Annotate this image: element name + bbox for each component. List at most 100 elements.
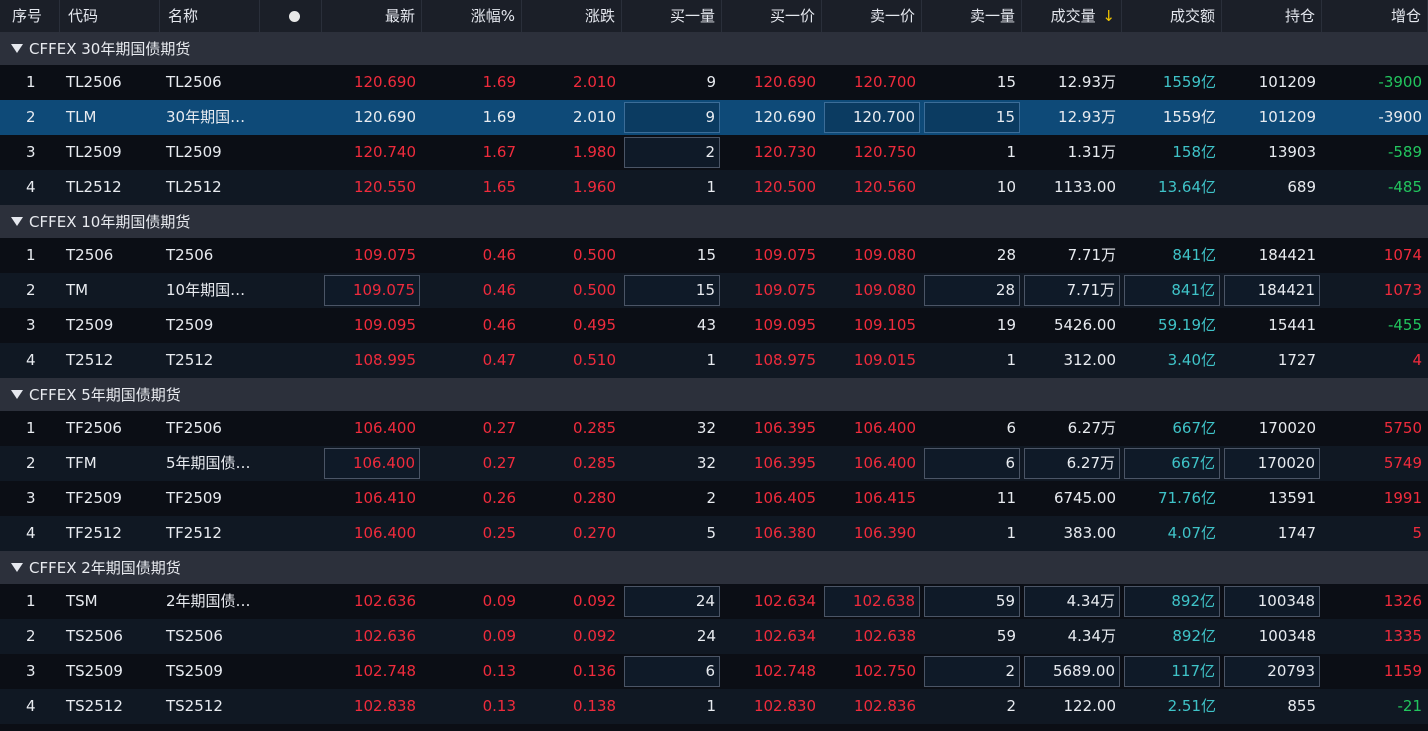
cell-idx: 3 bbox=[26, 316, 36, 334]
cell-name: TL2506 bbox=[166, 73, 222, 91]
group-header-row[interactable]: CFFEX 30年期国债期货 bbox=[0, 32, 1428, 66]
col-header-label: 卖一价 bbox=[869, 7, 915, 25]
table-row[interactable]: 1 TSM 2年期国债… 102.636 0.09 0.092 24 102.634 102.6… bbox=[0, 584, 1428, 619]
cell-bidv: 1 bbox=[706, 178, 716, 196]
table-row[interactable]: 3 TL2509 TL2509 120.740 1.67 1.980 2 120.730 120… bbox=[0, 135, 1428, 170]
cell-pct: 0.27 bbox=[482, 454, 516, 472]
cell-bidv: 24 bbox=[696, 627, 716, 645]
col-header-amount[interactable]: 成交额 bbox=[1122, 0, 1222, 32]
cell-chg: 0.500 bbox=[573, 281, 616, 299]
cell-idx: 3 bbox=[26, 489, 36, 507]
col-header-label: 买一价 bbox=[769, 7, 815, 25]
group-title: CFFEX 10年期国债期货 bbox=[29, 213, 191, 231]
cell-oi: 184421 bbox=[1258, 246, 1316, 264]
table-row[interactable]: 4 TS2512 TS2512 102.838 0.13 0.138 1 102.830 102… bbox=[0, 689, 1428, 724]
cell-askv: 1 bbox=[1006, 143, 1016, 161]
cell-code: TF2509 bbox=[66, 489, 122, 507]
group-header-row[interactable]: CFFEX 10年期国债期货 bbox=[0, 205, 1428, 239]
col-header-ask[interactable]: 卖一价 bbox=[822, 0, 922, 32]
group-header-row[interactable]: CFFEX 2年期国债期货 bbox=[0, 551, 1428, 585]
cell-vol: 1133.00 bbox=[1053, 178, 1116, 196]
cell-code: TFM bbox=[66, 454, 97, 472]
cell-last: 120.690 bbox=[353, 73, 416, 91]
cell-askv: 1 bbox=[1006, 351, 1016, 369]
cell-name: TF2509 bbox=[166, 489, 222, 507]
cell-chg: 0.285 bbox=[573, 454, 616, 472]
table-row[interactable]: 2 TLM 30年期国… 120.690 1.69 2.010 9 120.690 120.70… bbox=[0, 100, 1428, 135]
col-header-dot[interactable] bbox=[260, 0, 322, 32]
cell-last: 106.400 bbox=[324, 448, 420, 479]
cell-code: TS2506 bbox=[66, 627, 123, 645]
collapse-triangle-icon[interactable] bbox=[11, 390, 23, 399]
table-row[interactable]: 3 TF2509 TF2509 106.410 0.26 0.280 2 106.405 106… bbox=[0, 481, 1428, 516]
cell-ask: 106.415 bbox=[853, 489, 916, 507]
table-row[interactable]: 3 T2509 T2509 109.095 0.46 0.495 43 109.095 109.… bbox=[0, 308, 1428, 343]
cell-idx: 3 bbox=[26, 662, 36, 680]
table-row[interactable]: 2 TFM 5年期国债… 106.400 0.27 0.285 32 106.395 106.4… bbox=[0, 446, 1428, 481]
cell-name: TL2509 bbox=[166, 143, 222, 161]
table-row[interactable]: 1 TL2506 TL2506 120.690 1.69 2.010 9 120.690 120… bbox=[0, 65, 1428, 100]
cell-pct: 0.09 bbox=[482, 627, 516, 645]
table-row[interactable]: 1 T2506 T2506 109.075 0.46 0.500 15 109.075 109.… bbox=[0, 238, 1428, 273]
cell-bidv: 9 bbox=[624, 102, 720, 133]
col-header-code[interactable]: 代码 bbox=[60, 0, 160, 32]
collapse-triangle-icon[interactable] bbox=[11, 217, 23, 226]
table-row[interactable]: 4 TF2512 TF2512 106.400 0.25 0.270 5 106.380 106… bbox=[0, 516, 1428, 551]
table-row[interactable]: 2 TM 10年期国… 109.075 0.46 0.500 15 109.075 109.08… bbox=[0, 273, 1428, 308]
collapse-triangle-icon[interactable] bbox=[11, 563, 23, 572]
cell-oi: 170020 bbox=[1224, 448, 1320, 479]
group-header-row[interactable]: CFFEX 5年期国债期货 bbox=[0, 378, 1428, 412]
cell-bidv: 2 bbox=[624, 137, 720, 168]
cell-pct: 0.47 bbox=[482, 351, 516, 369]
cell-bidv: 43 bbox=[696, 316, 716, 334]
table-row[interactable]: 3 TS2509 TS2509 102.748 0.13 0.136 6 102.748 102… bbox=[0, 654, 1428, 689]
cell-bidv: 15 bbox=[624, 275, 720, 306]
cell-vol: 122.00 bbox=[1063, 697, 1117, 715]
cell-amt: 841亿 bbox=[1124, 275, 1220, 306]
cell-code: TM bbox=[66, 281, 89, 299]
cell-code: TL2509 bbox=[66, 143, 122, 161]
col-header-bid-vol[interactable]: 买一量 bbox=[622, 0, 722, 32]
cell-chg: 1.960 bbox=[573, 178, 616, 196]
cell-amt: 158亿 bbox=[1172, 143, 1216, 161]
cell-oi: 1747 bbox=[1277, 524, 1316, 542]
col-header-last[interactable]: 最新 bbox=[322, 0, 422, 32]
cell-name: TS2512 bbox=[166, 697, 223, 715]
cell-idx: 1 bbox=[26, 592, 36, 610]
cell-pct: 1.69 bbox=[482, 73, 516, 91]
cell-bidv: 9 bbox=[706, 73, 716, 91]
cell-vol: 12.93万 bbox=[1058, 73, 1116, 91]
col-header-index[interactable]: 序号 bbox=[0, 0, 60, 32]
table-row[interactable]: 4 T2512 T2512 108.995 0.47 0.510 1 108.975 109.0… bbox=[0, 343, 1428, 378]
cell-pct: 0.27 bbox=[482, 419, 516, 437]
cell-oi: 855 bbox=[1287, 697, 1316, 715]
filter-dot-icon[interactable] bbox=[289, 11, 300, 22]
sort-desc-icon[interactable]: ↓ bbox=[1098, 7, 1115, 25]
col-header-name[interactable]: 名称 bbox=[160, 0, 260, 32]
col-header-ask-vol[interactable]: 卖一量 bbox=[922, 0, 1022, 32]
cell-doi: 4 bbox=[1412, 351, 1422, 369]
col-header-volume[interactable]: 成交量 ↓ bbox=[1022, 0, 1122, 32]
col-header-chg[interactable]: 涨跌 bbox=[522, 0, 622, 32]
table-row[interactable]: 2 TS2506 TS2506 102.636 0.09 0.092 24 102.634 10… bbox=[0, 619, 1428, 654]
cell-bid: 120.690 bbox=[753, 108, 816, 126]
table-row[interactable]: 4 TL2512 TL2512 120.550 1.65 1.960 1 120.500 120… bbox=[0, 170, 1428, 205]
col-header-pct[interactable]: 涨幅% bbox=[422, 0, 522, 32]
cell-doi: 1073 bbox=[1383, 281, 1422, 299]
col-header-open-interest[interactable]: 持仓 bbox=[1222, 0, 1322, 32]
col-header-bid[interactable]: 买一价 bbox=[722, 0, 822, 32]
cell-bid: 102.748 bbox=[753, 662, 816, 680]
cell-oi: 100348 bbox=[1224, 586, 1320, 617]
col-header-oi-change[interactable]: 增仓 bbox=[1322, 0, 1428, 32]
cell-bid: 108.975 bbox=[753, 351, 816, 369]
cell-doi: 1991 bbox=[1383, 489, 1422, 507]
collapse-triangle-icon[interactable] bbox=[11, 44, 23, 53]
cell-oi: 170020 bbox=[1258, 419, 1316, 437]
cell-askv: 2 bbox=[924, 656, 1020, 687]
cell-last: 109.075 bbox=[324, 275, 420, 306]
cell-last: 102.636 bbox=[353, 592, 416, 610]
cell-chg: 1.980 bbox=[573, 143, 616, 161]
col-header-label: 买一量 bbox=[669, 7, 715, 25]
table-row[interactable]: 1 TF2506 TF2506 106.400 0.27 0.285 32 106.395 10… bbox=[0, 411, 1428, 446]
cell-last: 102.748 bbox=[353, 662, 416, 680]
